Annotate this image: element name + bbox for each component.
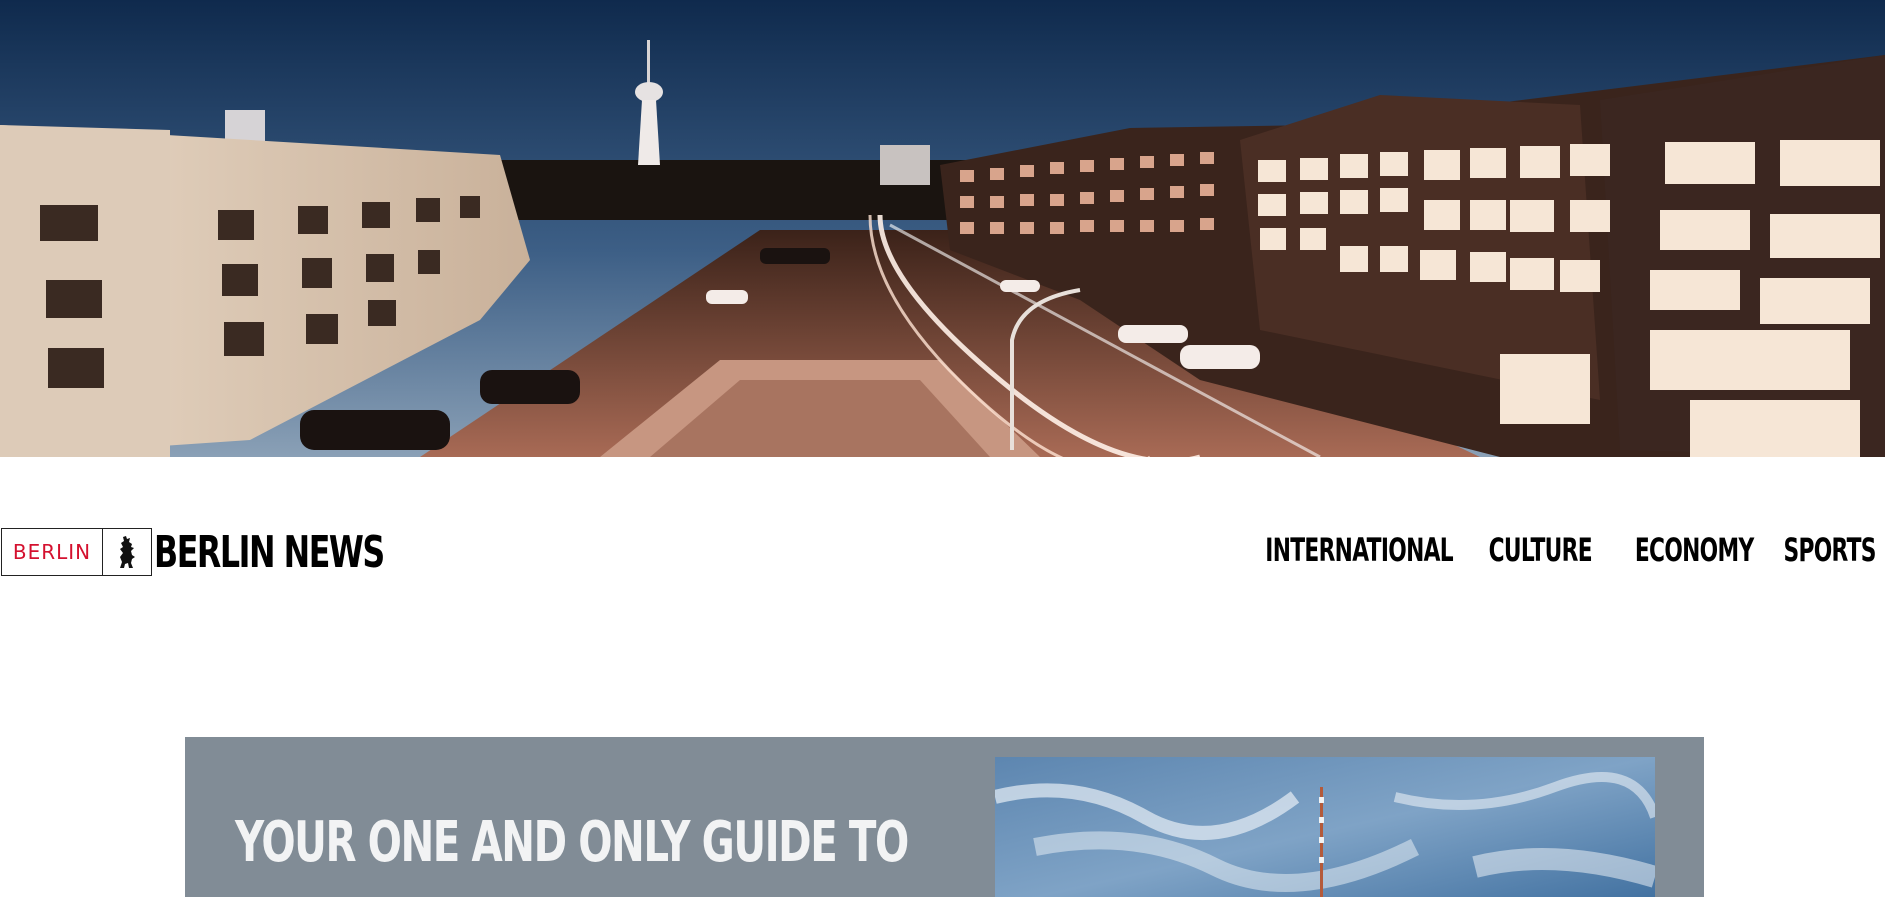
main-nav: INTERNATIONAL CULTURE ECONOMY SPORTS [1215, 531, 1877, 569]
site-logo[interactable]: BERLIN BERLIN NEWS [1, 526, 473, 578]
feature-heading: YOUR ONE AND ONLY GUIDE TO [235, 810, 909, 875]
logo-word: BERLIN [2, 529, 103, 575]
nav-item-culture[interactable]: CULTURE [1488, 531, 1592, 569]
nav-item-economy[interactable]: ECONOMY [1635, 531, 1754, 569]
site-header: BERLIN BERLIN NEWS INTERNATIONAL CULTURE… [0, 457, 1885, 647]
site-title: BERLIN NEWS [154, 526, 385, 578]
nav-item-sports[interactable]: SPORTS [1784, 531, 1877, 569]
berlin-bear-icon [103, 529, 151, 575]
tv-tower-sky-photo [995, 757, 1655, 897]
nav-item-international[interactable]: INTERNATIONAL [1265, 531, 1453, 569]
berlin-logo: BERLIN [1, 528, 152, 576]
hero-image [0, 0, 1885, 457]
berlin-street-night-photo [0, 0, 1885, 457]
feature-card: YOUR ONE AND ONLY GUIDE TO [185, 737, 1704, 897]
